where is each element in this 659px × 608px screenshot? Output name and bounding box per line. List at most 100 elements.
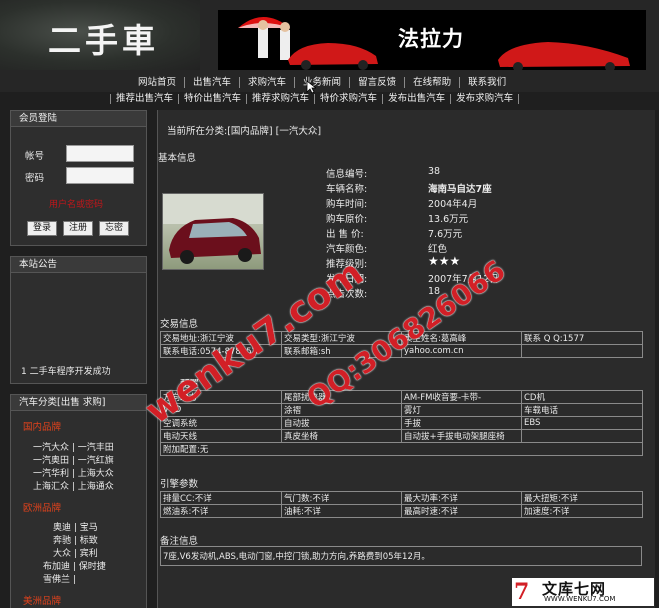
config-table: 方向助力 尾部扰流器 AM-FM收音要-卡带- CD机 VCD 涂褶 雾灯 车载… (160, 390, 643, 456)
subnav-post-sell[interactable]: 发布出售汽车 (382, 94, 450, 104)
register-button[interactable]: 注册 (63, 221, 93, 236)
info-value: 7.6万元 (428, 229, 463, 240)
site-logo[interactable]: 二手車 (48, 14, 159, 62)
table-cell: 方向助力 (160, 390, 282, 404)
subnav-post-buy[interactable]: 发布求购汽车 (450, 94, 518, 104)
table-cell: 附加配置:无 (160, 442, 643, 456)
table-row: VCD 涂褶 雾灯 车载电话 (160, 403, 643, 417)
table-row: 电动天线 真皮坐椅 自动拔+手拔电动架腿座椅 (160, 429, 643, 443)
table-cell: 空调系统 (160, 416, 282, 430)
table-cell: 手拔 (401, 416, 522, 430)
info-value: 2007年7月12日 (428, 274, 499, 285)
category-group-europe[interactable]: 欧洲品牌 (23, 500, 61, 514)
password-input[interactable] (66, 167, 134, 184)
table-cell[interactable]: yahoo.com.cn (401, 344, 522, 358)
category-row[interactable]: 奥迪 | 宝马 (53, 520, 98, 533)
nav-feedback[interactable]: 留言反馈 (349, 76, 404, 88)
password-label: 密码 (25, 173, 45, 184)
info-value: 红色 (428, 244, 448, 255)
engine-title: 引擎参数 (160, 479, 199, 490)
subnav-recommend-sell[interactable]: 推荐出售汽车 (110, 94, 178, 104)
info-value: 13.6万元 (428, 214, 469, 225)
nav-buy[interactable]: 求购汽车 (239, 76, 294, 88)
basic-info-title: 基本信息 (158, 153, 197, 164)
nav-contact[interactable]: 联系我们 (459, 76, 514, 88)
forgot-password-button[interactable]: 忘密 (99, 221, 129, 236)
login-button[interactable]: 登录 (27, 221, 57, 236)
notice-panel: 本站公告 1 二手车程序开发成功 (10, 256, 147, 384)
table-cell: 加速度:不详 (521, 504, 643, 518)
info-value: 38 (428, 166, 441, 177)
table-cell: 电动天线 (160, 429, 282, 443)
table-cell: 真皮坐椅 (281, 429, 402, 443)
rating-stars: ★★★ (428, 254, 461, 268)
category-row[interactable]: 一汽大众 | 一汽丰田 (33, 440, 114, 453)
logo-mark-icon: 7 (514, 579, 530, 605)
info-value: 海南马自达7座 (428, 184, 492, 195)
table-row: 排量CC:不详 气门数:不详 最大功率:不详 最大扭矩:不详 (160, 491, 643, 505)
account-input[interactable] (66, 145, 134, 162)
table-cell: 油耗:不详 (281, 504, 402, 518)
account-label: 帐号 (25, 151, 45, 162)
table-row: 燃油系:不详 油耗:不详 最高时速:不详 加速度:不详 (160, 504, 643, 518)
table-cell: 最大功率:不详 (401, 491, 522, 505)
main-content (157, 110, 655, 608)
remarks-text: 7座,V6发动机,ABS,电动门窗,中控门锁,助力方向,养路费到05年12月。 (160, 546, 642, 566)
ad-banner[interactable]: 法拉力 (218, 10, 646, 70)
trade-info-title: 交易信息 (160, 319, 199, 330)
category-row[interactable]: 上海汇众 | 上海通众 (33, 479, 114, 492)
footer-logo-url: WWW.WENKU7.COM (544, 595, 616, 603)
table-cell: EBS (521, 416, 643, 430)
table-row: 附加配置:无 (160, 442, 643, 456)
info-label: 车辆名称: (326, 184, 368, 195)
info-label: 信息编号: (326, 169, 368, 180)
engine-table: 排量CC:不详 气门数:不详 最大功率:不详 最大扭矩:不详 燃油系:不详 油耗… (160, 491, 643, 518)
table-cell[interactable]: 联系邮箱:sh (281, 344, 402, 358)
table-cell (521, 429, 643, 443)
info-label: 购车时间: (326, 199, 368, 210)
nav-help[interactable]: 在线帮助 (404, 76, 459, 88)
breadcrumb: 当前所在分类:[国内品牌] [一汽大众] (167, 126, 322, 137)
nav-sell[interactable]: 出售汽车 (184, 76, 239, 88)
subnav-recommend-buy[interactable]: 推荐求购汽车 (246, 94, 314, 104)
table-cell: 最大扭矩:不详 (521, 491, 643, 505)
table-row: 空调系统 自动拔 手拔 EBS (160, 416, 643, 430)
category-row[interactable]: 大众 | 宾利 (53, 546, 98, 559)
category-row[interactable]: 雪佛兰 | (43, 572, 76, 585)
category-group-domestic[interactable]: 国内品牌 (23, 419, 61, 433)
info-value: 2004年4月 (428, 199, 478, 210)
table-cell: 最高时速:不详 (401, 504, 522, 518)
category-row[interactable]: 一汽奥田 | 一汽红旗 (33, 453, 114, 466)
sub-nav: 推荐出售汽车 特价出售汽车 推荐求购汽车 特价求购汽车 发布出售汽车 发布求购汽… (110, 92, 659, 106)
table-cell: 自动拔 (281, 416, 402, 430)
table-cell: VCD (160, 403, 282, 417)
footer-logo[interactable]: 7 文库七网 WWW.WENKU7.COM (512, 578, 654, 606)
config-title: 配置 (180, 379, 200, 390)
category-row[interactable]: 奔驰 | 标致 (53, 533, 98, 546)
trade-info-table: 交易地址:浙江宁波 交易类型:浙江宁波 卖主姓名:葛高峰 联系 Q Q:1577… (160, 331, 643, 358)
notice-item[interactable]: 1 二手车程序开发成功 (21, 364, 111, 377)
table-cell: 尾部扰流器 (281, 390, 402, 404)
login-title: 会员登陆 (11, 111, 146, 127)
category-row[interactable]: 一汽华利 | 上海大众 (33, 466, 114, 479)
category-group-america[interactable]: 美洲品牌 (23, 593, 61, 607)
table-cell: 联系 Q Q:1577 (521, 331, 643, 345)
car-photo[interactable] (162, 193, 264, 270)
mouse-cursor-icon (306, 80, 316, 94)
category-row[interactable]: 布加迪 | 保时捷 (43, 559, 106, 572)
table-cell: 雾灯 (401, 403, 522, 417)
table-cell: 车载电话 (521, 403, 643, 417)
table-cell: 排量CC:不详 (160, 491, 282, 505)
subnav-special-buy[interactable]: 特价求购汽车 (314, 94, 382, 104)
info-value: 18 (428, 286, 441, 297)
table-cell: 燃油系:不详 (160, 504, 282, 518)
table-cell: AM-FM收音要-卡带- (401, 390, 522, 404)
table-cell: 卖主姓名:葛高峰 (401, 331, 522, 345)
notice-title: 本站公告 (11, 257, 146, 273)
category-title: 汽车分类[出售 求购] (11, 395, 146, 411)
info-label: 汽车颜色: (326, 244, 368, 255)
table-cell (521, 344, 643, 358)
nav-home[interactable]: 网站首页 (130, 77, 184, 88)
subnav-special-sell[interactable]: 特价出售汽车 (178, 94, 246, 104)
nav-news[interactable]: 业务新闻 (294, 76, 349, 88)
